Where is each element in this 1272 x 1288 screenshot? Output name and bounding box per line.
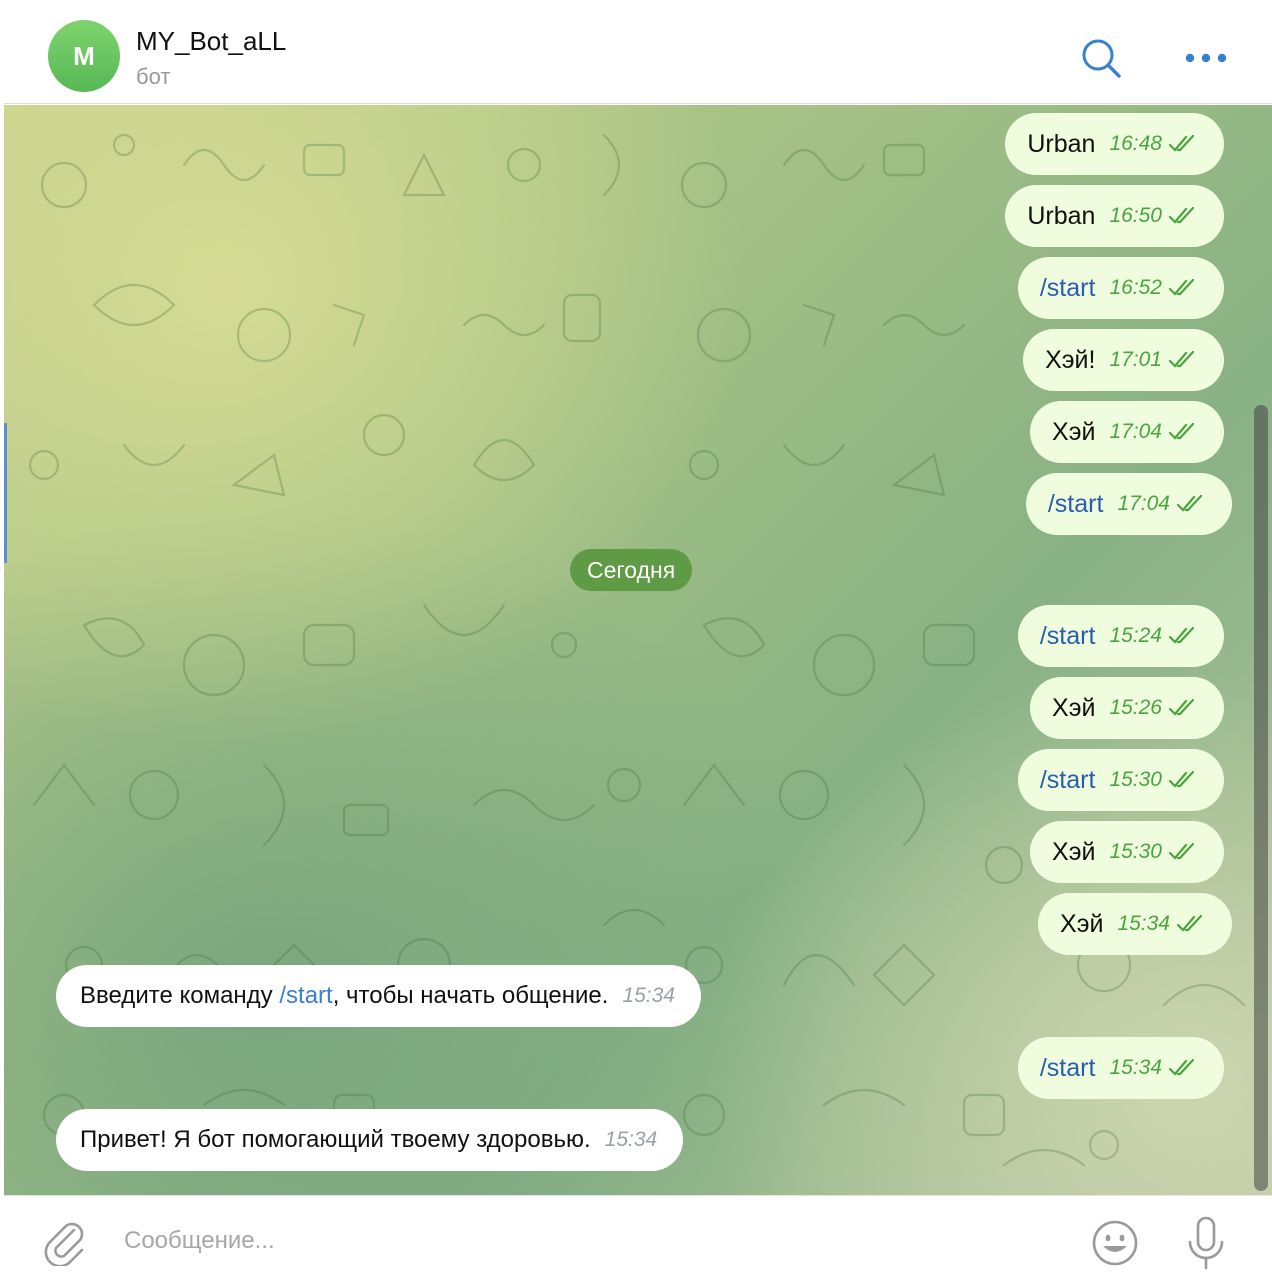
message-composer — [4, 1195, 1272, 1288]
message-text: Хэй — [1060, 909, 1104, 938]
chat-window: M MY_Bot_aLL бот Urban 16:48 Urban 16:50… — [4, 4, 1272, 1288]
smiley-icon — [1092, 1220, 1138, 1266]
message-outgoing[interactable]: Хэй 15:30 — [1030, 821, 1224, 883]
chat-header: M MY_Bot_aLL бот — [4, 4, 1272, 104]
message-outgoing[interactable]: Urban 16:50 — [1005, 185, 1224, 247]
message-outgoing[interactable]: /start 15:30 — [1017, 749, 1224, 811]
message-time: 16:48 — [1109, 132, 1162, 155]
command-link[interactable]: /start — [1040, 766, 1096, 795]
message-outgoing[interactable]: /start 15:24 — [1017, 605, 1224, 667]
command-link[interactable]: /start — [279, 982, 332, 1009]
double-check-icon — [1176, 494, 1203, 512]
message-outgoing[interactable]: Хэй 17:04 — [1030, 401, 1224, 463]
message-outgoing[interactable]: Хэй 15:34 — [1038, 893, 1232, 955]
double-check-icon — [1168, 626, 1195, 644]
message-time: 15:24 — [1109, 624, 1162, 647]
chat-title[interactable]: MY_Bot_aLL — [136, 26, 286, 57]
message-incoming[interactable]: Введите команду /start, чтобы начать общ… — [56, 965, 701, 1027]
double-check-icon — [1168, 206, 1195, 224]
message-outgoing[interactable]: Хэй 15:26 — [1030, 677, 1224, 739]
double-check-icon — [1168, 422, 1195, 440]
message-time: 17:04 — [1109, 420, 1162, 443]
message-time: 15:34 — [1117, 912, 1170, 935]
message-text: Urban — [1027, 201, 1096, 230]
chat-area[interactable]: Urban 16:48 Urban 16:50 /start 16:52 Хэй… — [4, 105, 1272, 1195]
double-check-icon — [1176, 914, 1203, 932]
message-time: 17:01 — [1109, 348, 1162, 371]
message-text: Хэй! — [1045, 345, 1096, 374]
double-check-icon — [1168, 134, 1195, 152]
more-dots-icon — [1185, 53, 1227, 63]
search-icon — [1082, 39, 1121, 78]
message-time: 17:04 — [1117, 492, 1170, 515]
message-outgoing[interactable]: /start 17:04 — [1025, 473, 1232, 535]
chat-scrollbar[interactable] — [1254, 405, 1268, 1191]
message-outgoing[interactable]: /start 16:52 — [1017, 257, 1224, 319]
message-time: 15:34 — [1109, 1056, 1162, 1079]
double-check-icon — [1168, 1058, 1195, 1076]
paperclip-icon — [44, 1222, 84, 1268]
message-incoming[interactable]: Привет! Я бот помогающий твоему здоровью… — [56, 1109, 684, 1171]
emoji-button[interactable] — [1090, 1218, 1140, 1268]
selection-accent — [4, 423, 7, 563]
message-time: 15:26 — [1109, 696, 1162, 719]
message-text: Хэй — [1052, 693, 1096, 722]
message-text: Введите команду /start, чтобы начать общ… — [80, 982, 609, 1009]
double-check-icon — [1168, 278, 1195, 296]
double-check-icon — [1168, 770, 1195, 788]
message-time: 16:50 — [1109, 204, 1162, 227]
avatar[interactable]: M — [48, 20, 120, 92]
message-time: 15:30 — [1109, 768, 1162, 791]
message-outgoing[interactable]: /start 15:34 — [1017, 1037, 1224, 1099]
message-outgoing[interactable]: Хэй! 17:01 — [1023, 329, 1224, 391]
more-button[interactable] — [1182, 34, 1230, 82]
double-check-icon — [1168, 698, 1195, 716]
double-check-icon — [1168, 350, 1195, 368]
message-input[interactable] — [114, 1214, 1054, 1268]
message-text: Привет! Я бот помогающий твоему здоровью… — [80, 1126, 591, 1153]
double-check-icon — [1168, 842, 1195, 860]
search-button[interactable] — [1077, 34, 1125, 82]
attach-button[interactable] — [40, 1216, 90, 1268]
message-time: 15:34 — [604, 1128, 658, 1151]
command-link[interactable]: /start — [1040, 1054, 1096, 1083]
message-outgoing[interactable]: Urban 16:48 — [1005, 113, 1224, 175]
voice-button[interactable] — [1184, 1214, 1228, 1272]
chat-subtitle: бот — [136, 64, 171, 89]
command-link[interactable]: /start — [1040, 274, 1096, 303]
microphone-icon — [1188, 1216, 1224, 1270]
message-text: Urban — [1027, 129, 1096, 158]
command-link[interactable]: /start — [1048, 490, 1104, 519]
command-link[interactable]: /start — [1040, 622, 1096, 651]
message-time: 16:52 — [1109, 276, 1162, 299]
message-text: Хэй — [1052, 417, 1096, 446]
date-divider[interactable]: Сегодня — [570, 549, 693, 591]
message-time: 15:34 — [622, 984, 675, 1007]
message-text: Хэй — [1052, 837, 1096, 866]
message-time: 15:30 — [1109, 840, 1162, 863]
